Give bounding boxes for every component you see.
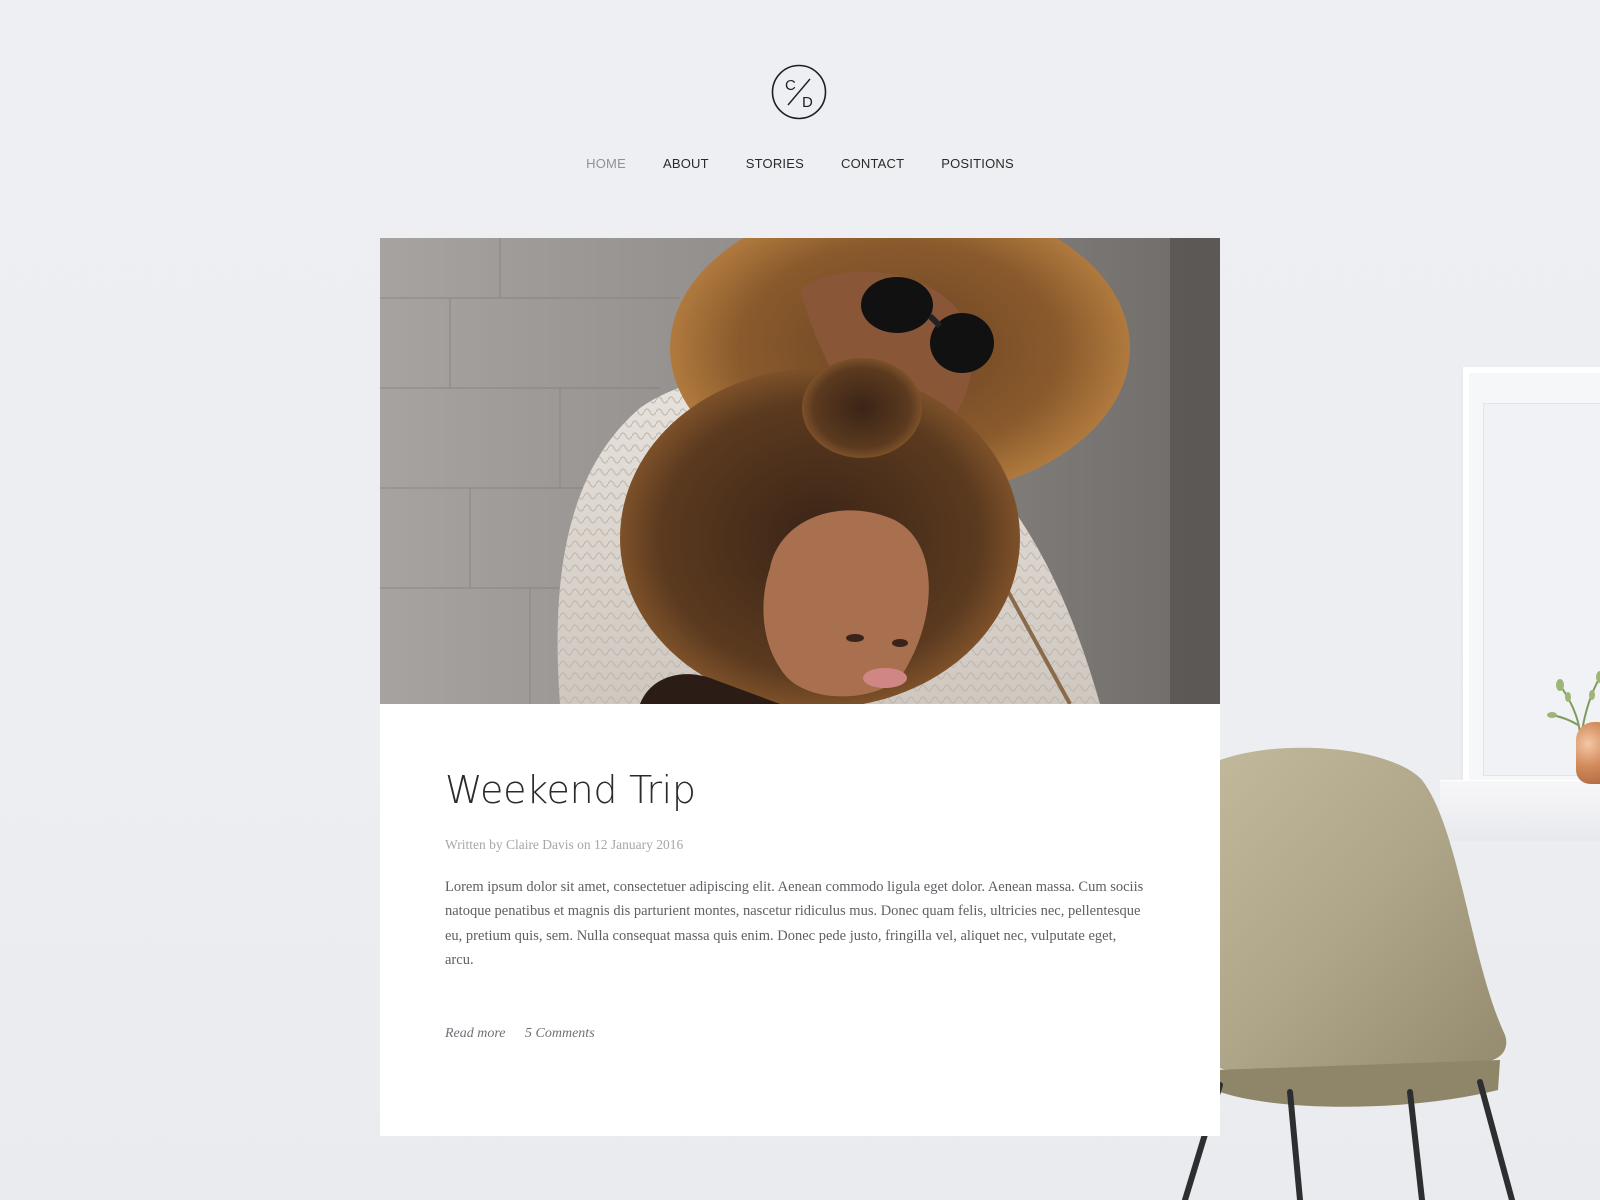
- brand-logo[interactable]: C D: [771, 64, 827, 120]
- read-more-link[interactable]: Read more: [445, 1026, 506, 1041]
- logo-letter-bottom: D: [802, 94, 813, 111]
- nav-item-positions[interactable]: POSITIONS: [941, 156, 1014, 171]
- nav-item-home[interactable]: HOME: [586, 156, 626, 171]
- post-card: Weekend Trip Written by Claire Davis on …: [380, 238, 1220, 1136]
- post-title[interactable]: Weekend Trip: [445, 768, 1145, 814]
- post-links: Read more 5 Comments: [445, 1026, 611, 1042]
- post-hero-image[interactable]: [380, 238, 1220, 704]
- post-meta: Written by Claire Davis on 12 January 20…: [445, 836, 684, 852]
- main-navigation: HOME ABOUT STORIES CONTACT POSITIONS: [0, 156, 1600, 171]
- background-copper-pot: [1576, 722, 1600, 784]
- logo-letter-top: C: [785, 77, 796, 94]
- nav-item-stories[interactable]: STORIES: [746, 156, 804, 171]
- post-excerpt: Lorem ipsum dolor sit amet, consectetuer…: [445, 878, 1144, 969]
- comments-link[interactable]: 5 Comments: [525, 1026, 595, 1041]
- post-body: Weekend Trip Written by Claire Davis on …: [445, 768, 1145, 987]
- nav-item-contact[interactable]: CONTACT: [841, 156, 904, 171]
- nav-item-about[interactable]: ABOUT: [663, 156, 709, 171]
